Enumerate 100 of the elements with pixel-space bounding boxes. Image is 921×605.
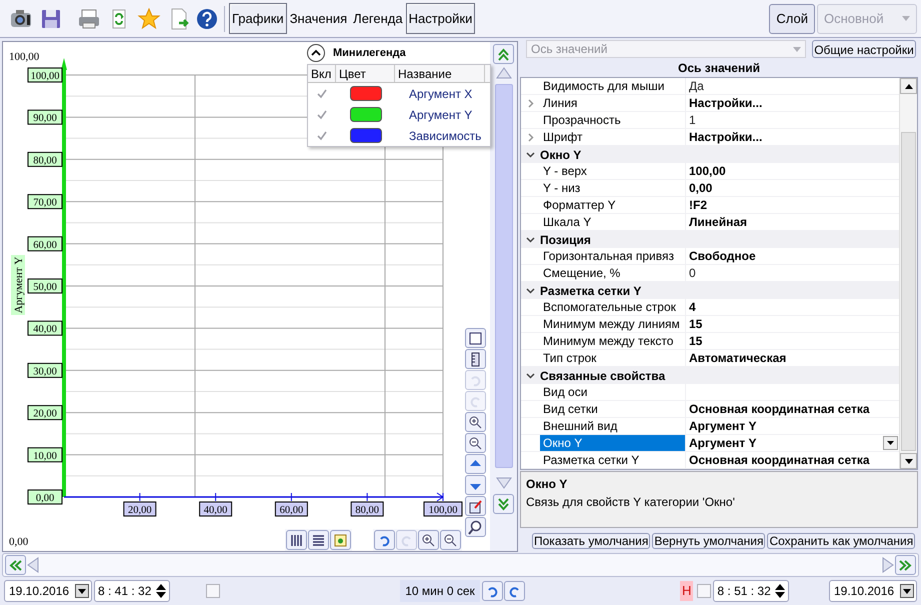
scroll-end-icon[interactable] (895, 555, 916, 575)
property-name[interactable]: Минимум между линиям (540, 316, 686, 332)
scroll-bottom-icon[interactable] (493, 494, 514, 514)
vertical-lines-icon[interactable] (286, 530, 307, 550)
property-value[interactable]: Основная координатная сетка (689, 400, 870, 418)
property-name[interactable]: Y - верх (540, 163, 686, 179)
property-name[interactable]: Минимум между тексто (540, 333, 686, 349)
spinner-icon[interactable] (775, 583, 786, 599)
chevron-icon[interactable] (526, 371, 535, 380)
property-name[interactable]: Вспомогательные строк (540, 299, 686, 315)
visibility-checkbox[interactable] (316, 130, 328, 142)
scroll-top-icon[interactable] (493, 44, 514, 64)
general-settings-button[interactable]: Общие настройки (812, 40, 916, 58)
date-field[interactable]: 19.10.2016 (4, 580, 92, 602)
property-name[interactable]: Внешний вид (540, 418, 686, 434)
defaults-button[interactable]: Сохранить как умолчания (767, 533, 916, 549)
view-toggle[interactable]: Легенда (350, 3, 406, 34)
checkbox[interactable] (206, 584, 220, 598)
collapse-button[interactable] (307, 44, 325, 62)
zoom-out-icon[interactable] (440, 530, 461, 550)
y-tick-label: 100,00 (30, 71, 60, 82)
property-name[interactable]: Смещение, % (540, 265, 686, 281)
zoom-out-icon[interactable] (465, 433, 486, 453)
y-tick-label: 30,00 (33, 366, 57, 378)
property-value[interactable]: Основная координатная сетка (689, 451, 870, 469)
property-value[interactable]: 4 (689, 298, 696, 316)
scroll-down-button[interactable] (900, 453, 917, 469)
chevron-icon[interactable] (526, 150, 535, 159)
property-value[interactable]: Свободное (689, 247, 756, 265)
scroll-up-arrow-icon[interactable] (494, 66, 512, 80)
scroll-start-icon[interactable] (5, 555, 26, 575)
y-tick-label: 80,00 (28, 152, 62, 167)
scrollbar-thumb[interactable] (494, 84, 512, 468)
ruler-icon[interactable] (465, 349, 486, 369)
zoom-in-icon[interactable] (418, 530, 439, 550)
property-value[interactable]: Автоматическая (689, 349, 786, 367)
property-value[interactable]: Аргумент Y (689, 434, 757, 452)
property-name[interactable]: Вид сетки (540, 401, 686, 417)
property-value[interactable]: Настройки... (689, 94, 762, 112)
scroll-right-arrow-icon[interactable] (881, 556, 895, 574)
property-name[interactable]: Y - низ (540, 180, 686, 196)
property-value[interactable]: Да (689, 77, 704, 95)
view-toggle[interactable]: Значения (286, 3, 350, 34)
time-field[interactable]: 8 : 41 : 32 (94, 580, 170, 602)
property-value[interactable]: 15 (689, 315, 702, 333)
x-tick-label: 80,00 (355, 505, 380, 516)
layer-button[interactable]: Слой (769, 4, 815, 34)
y-tick-label: 90,00 (33, 113, 57, 124)
search-icon[interactable] (465, 517, 486, 537)
property-name[interactable]: Вид оси (540, 384, 686, 400)
caret-down-icon (904, 458, 912, 464)
property-name[interactable]: Окно Y (540, 435, 686, 451)
scroll-down-arrow-icon[interactable] (494, 476, 512, 490)
defaults-button[interactable]: Вернуть умолчания (652, 533, 766, 549)
visibility-checkbox[interactable] (316, 108, 328, 120)
property-value[interactable]: Аргумент Y (689, 417, 757, 435)
edit-icon[interactable] (465, 496, 486, 516)
property-value[interactable]: 100,00 (689, 162, 726, 180)
property-value[interactable]: !F2 (689, 196, 707, 214)
property-name[interactable]: Разметка сетки Y (540, 452, 686, 468)
redo-icon[interactable] (504, 581, 525, 601)
date-field[interactable]: 19.10.2016 (829, 580, 917, 602)
property-value[interactable]: Настройки... (689, 128, 762, 146)
defaults-button[interactable]: Показать умолчания (532, 533, 650, 549)
horizontal-lines-icon[interactable] (308, 530, 329, 550)
property-name[interactable]: Линия (540, 95, 686, 111)
property-value[interactable]: 1 (689, 111, 696, 129)
checkbox[interactable] (697, 584, 712, 598)
property-value[interactable]: Линейная (689, 213, 748, 231)
scroll-up-button[interactable] (900, 78, 917, 94)
zoom-in-icon[interactable] (465, 412, 486, 432)
x-tick-label: 100,00 (428, 505, 458, 516)
property-name[interactable]: Тип строк (540, 350, 686, 366)
category-header[interactable]: Позиция (540, 230, 591, 248)
property-value[interactable]: 0 (689, 264, 696, 282)
property-name[interactable]: Шкала Y (540, 214, 686, 230)
property-name[interactable]: Горизонтальная привяз (540, 248, 686, 264)
undo-icon[interactable] (374, 530, 395, 550)
property-value[interactable]: 0,00 (689, 179, 712, 197)
category-header[interactable]: Окно Y (540, 146, 582, 164)
dropdown-button[interactable] (883, 436, 898, 450)
time-field[interactable]: 8 : 51 : 32 (713, 580, 790, 602)
caret-up-icon (904, 84, 912, 88)
property-value[interactable]: 15 (689, 332, 702, 350)
property-name[interactable]: Прозрачность (540, 112, 686, 128)
undo-icon[interactable] (482, 581, 503, 601)
chevron-icon[interactable] (526, 286, 535, 295)
y-tick-label: 70,00 (28, 194, 62, 210)
view-toggle[interactable]: Графики (229, 3, 287, 34)
view-toggle[interactable]: Настройки (406, 3, 476, 34)
visibility-checkbox[interactable] (316, 88, 328, 100)
property-name[interactable]: Форматтер Y (540, 197, 686, 213)
scroll-left-arrow-icon[interactable] (26, 556, 40, 574)
select-icon[interactable] (465, 328, 486, 348)
property-name[interactable]: Шрифт (540, 129, 686, 145)
chevron-icon[interactable] (526, 235, 535, 244)
spinner-icon[interactable] (156, 583, 166, 599)
scrollbar-thumb[interactable] (901, 132, 916, 451)
property-name[interactable]: Видимость для мыши (540, 78, 686, 94)
column-header: Название (395, 65, 485, 82)
